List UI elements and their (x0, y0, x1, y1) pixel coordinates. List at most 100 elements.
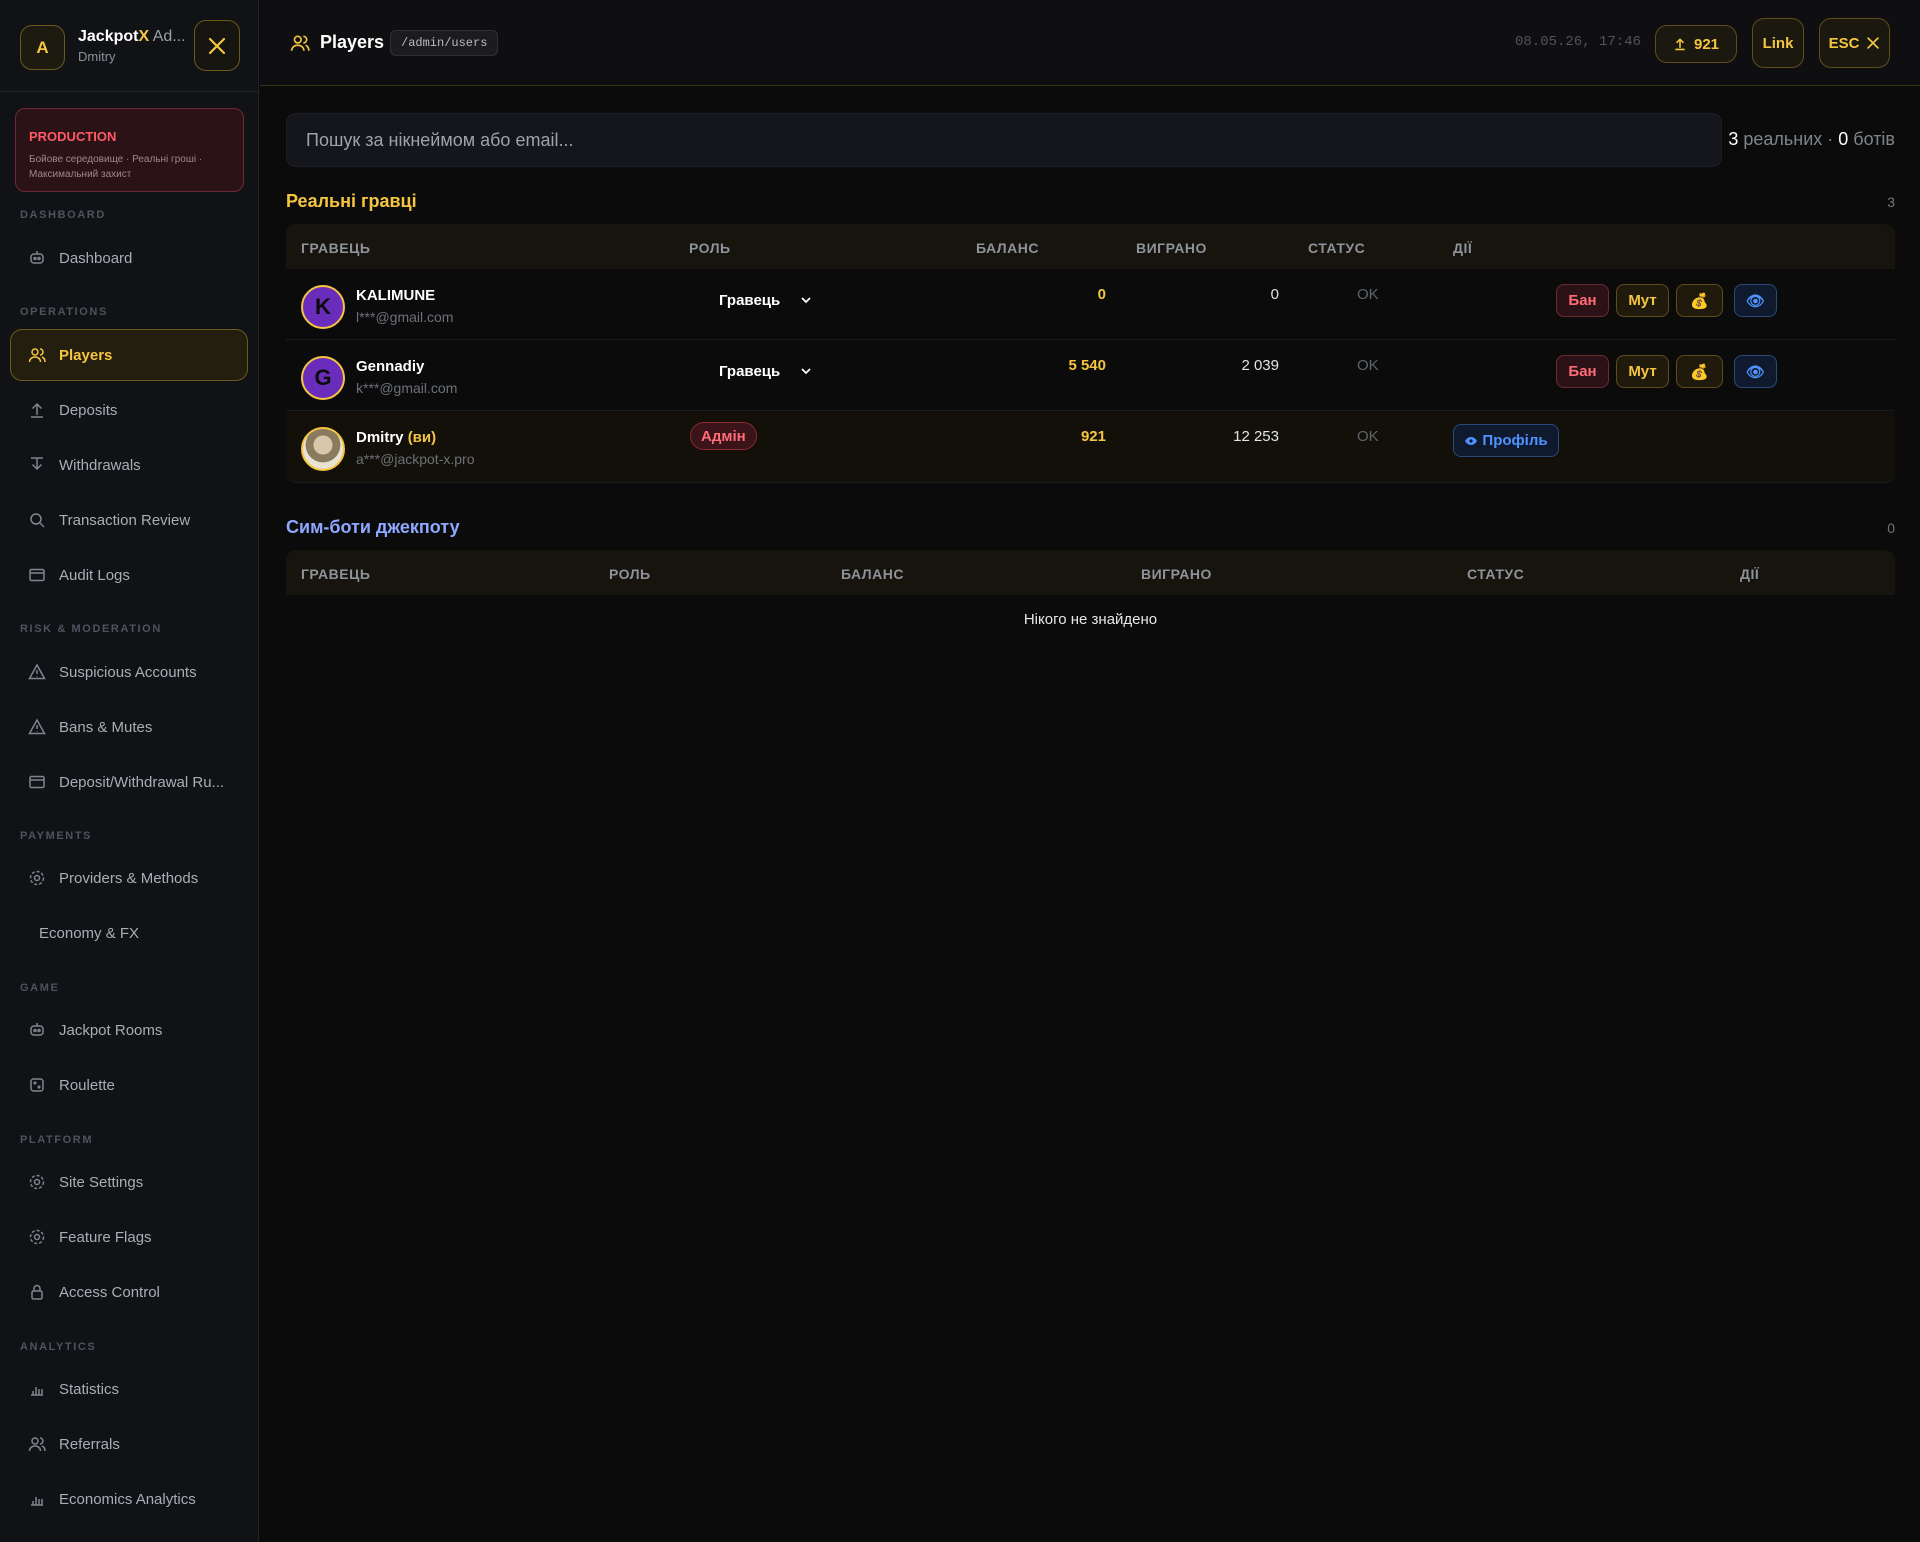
player-name: KALIMUNE (356, 287, 436, 304)
sidebar-header: A JackpotX Ad... Dmitry (0, 0, 258, 92)
bot-count-label: ботів (1848, 129, 1895, 149)
real-players-count: 3 (1887, 194, 1895, 210)
player-email: a***@jackpot-x.pro (356, 451, 475, 467)
avatar (301, 427, 345, 471)
sidebar-item-referrals[interactable]: Referrals (10, 1418, 248, 1470)
gear-icon (28, 1173, 46, 1191)
sidebar-item-label: Withdrawals (59, 456, 141, 474)
col-won: ВИГРАНО (1141, 566, 1212, 582)
bar-chart-icon (28, 1380, 46, 1398)
profile-label: Профіль (1482, 432, 1548, 449)
player-name-text: Dmitry (356, 429, 404, 446)
ban-button[interactable]: Бан (1556, 355, 1609, 388)
sidebar: A JackpotX Ad... Dmitry PRODUCTION Бойов… (0, 0, 259, 1542)
sidebar-item-label: Transaction Review (59, 511, 191, 529)
col-status: СТАТУС (1467, 566, 1525, 582)
sidebar-item-jackpot-rooms[interactable]: Jackpot Rooms (10, 1004, 248, 1056)
admin-avatar: A (20, 25, 65, 70)
money-bag-button[interactable]: 💰 (1676, 284, 1723, 317)
col-player: ГРАВЕЦЬ (301, 240, 371, 256)
balance-value: 921 (1080, 428, 1106, 445)
robot-icon (28, 1021, 46, 1039)
sidebar-item-transaction-review[interactable]: Transaction Review (10, 494, 248, 546)
sidebar-item-suspicious-accounts[interactable]: Suspicious Accounts (10, 646, 248, 698)
gear-icon (28, 869, 46, 887)
balance-value: 5 540 (1068, 357, 1106, 374)
mute-button[interactable]: Мут (1616, 355, 1669, 388)
chevron-down-icon (801, 368, 811, 375)
link-label: Link (1762, 34, 1794, 52)
table-row: G Gennadiy k***@gmail.com Гравець 5 540 … (286, 341, 1895, 411)
sidebar-item-label: Audit Logs (59, 566, 130, 584)
won-value: 2 039 (1241, 357, 1279, 374)
dashboard-icon (28, 249, 46, 267)
log-icon (28, 566, 46, 584)
balance-button[interactable]: 921 (1655, 25, 1737, 63)
sidebar-item-bans-mutes[interactable]: Bans & Mutes (10, 701, 248, 753)
col-status: СТАТУС (1308, 240, 1366, 256)
col-actions: ДІЇ (1740, 566, 1760, 582)
player-email: l***@gmail.com (356, 309, 454, 325)
section-platform: PLATFORM (20, 1134, 94, 1146)
balance-value: 921 (1693, 35, 1720, 53)
col-player: ГРАВЕЦЬ (301, 566, 371, 582)
sidebar-item-label: Deposits (59, 401, 118, 419)
role-select[interactable]: Гравець (704, 353, 820, 389)
sidebar-item-economics-analytics[interactable]: Economics Analytics (10, 1473, 248, 1525)
sidebar-item-feature-flags[interactable]: Feature Flags (10, 1211, 248, 1263)
search-input[interactable]: Пошук за нікнеймом або email... (286, 113, 1722, 167)
profile-button[interactable]: Профіль (1453, 424, 1559, 457)
role-select[interactable]: Гравець (704, 282, 820, 318)
view-button[interactable]: 👁 (1734, 355, 1777, 388)
bots-table-header: ГРАВЕЦЬ РОЛЬ БАЛАНС ВИГРАНО СТАТУС ДІЇ (286, 550, 1895, 595)
bots-count: 0 (1887, 520, 1895, 536)
brand-part-3: Ad... (149, 28, 186, 45)
won-value: 0 (1270, 286, 1279, 303)
view-button[interactable]: 👁 (1734, 284, 1777, 317)
sidebar-item-players[interactable]: Players (10, 329, 248, 381)
col-balance: БАЛАНС (976, 240, 1039, 256)
sidebar-item-access-control[interactable]: Access Control (10, 1266, 248, 1318)
timestamp: 08.05.26, 17:46 (1515, 34, 1642, 50)
sidebar-item-economy-fx[interactable]: Economy & FX (10, 907, 248, 959)
esc-button[interactable]: ESC (1819, 18, 1890, 68)
money-bag-button[interactable]: 💰 (1676, 355, 1723, 388)
sidebar-item-audit-logs[interactable]: Audit Logs (10, 549, 248, 601)
col-balance: БАЛАНС (841, 566, 904, 582)
section-analytics: ANALYTICS (20, 1341, 97, 1353)
upload-icon (28, 401, 46, 419)
card-icon (28, 773, 46, 791)
status-value: OK (1357, 357, 1379, 374)
player-name: Dmitry (ви) (356, 429, 436, 446)
sidebar-item-roulette[interactable]: Roulette (10, 1059, 248, 1111)
sidebar-item-label: Bans & Mutes (59, 718, 153, 736)
sidebar-item-label: Jackpot Rooms (59, 1021, 163, 1039)
section-risk: RISK & MODERATION (20, 623, 162, 635)
sidebar-item-deposit-withdrawal-rules[interactable]: Deposit/Withdrawal Ru... (10, 756, 248, 808)
real-players-title: Реальні гравці (286, 191, 417, 211)
upload-icon (1675, 38, 1685, 51)
sidebar-item-label: Suspicious Accounts (59, 663, 197, 681)
sidebar-item-deposits[interactable]: Deposits (10, 384, 248, 436)
users-icon (28, 1435, 46, 1453)
brand-user: Dmitry (78, 49, 116, 64)
sidebar-item-site-settings[interactable]: Site Settings (10, 1156, 248, 1208)
sidebar-item-providers-methods[interactable]: Providers & Methods (10, 852, 248, 904)
col-role: РОЛЬ (609, 566, 651, 582)
player-email: k***@gmail.com (356, 380, 458, 396)
close-sidebar-button[interactable] (194, 20, 240, 71)
sidebar-item-label: Deposit/Withdrawal Ru... (59, 773, 225, 791)
topbar: Players /admin/users 08.05.26, 17:46 921… (260, 0, 1920, 86)
col-actions: ДІЇ (1453, 240, 1473, 256)
link-button[interactable]: Link (1752, 18, 1804, 68)
sidebar-item-dashboard[interactable]: Dashboard (10, 232, 248, 284)
table-row: K KALIMUNE l***@gmail.com Гравець 0 0 OK… (286, 270, 1895, 340)
mute-button[interactable]: Мут (1616, 284, 1669, 317)
sidebar-item-label: Access Control (59, 1283, 160, 1301)
bar-chart-icon (28, 1490, 46, 1508)
ban-button[interactable]: Бан (1556, 284, 1609, 317)
sidebar-item-label: Site Settings (59, 1173, 144, 1191)
sidebar-item-withdrawals[interactable]: Withdrawals (10, 439, 248, 491)
sidebar-item-statistics[interactable]: Statistics (10, 1363, 248, 1415)
sidebar-item-label: Providers & Methods (59, 869, 199, 887)
